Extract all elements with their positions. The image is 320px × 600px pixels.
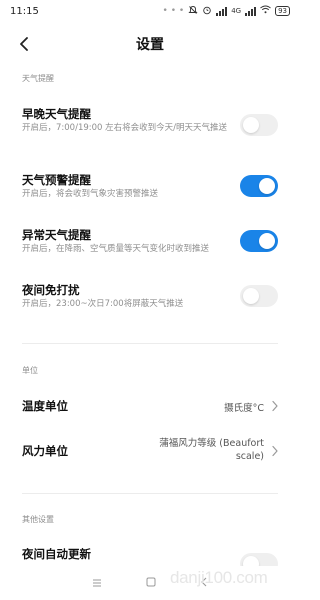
row-subtitle: 开启后，7:00/19:00 左右将会收到今天/明天天气推送 (22, 123, 228, 133)
signal-icon-2 (245, 6, 257, 16)
wind-unit-value: 蒲福风力等级 (Beaufort scale) (140, 437, 264, 463)
watermark-logo: danji100.com (170, 568, 268, 588)
section-divider (22, 343, 278, 344)
toggle-abnormal[interactable] (240, 230, 278, 252)
wind-unit-value-line2: scale) (235, 451, 264, 462)
alarm-icon (202, 5, 212, 18)
chevron-right-icon (272, 445, 278, 457)
toggle-night-dnd[interactable] (240, 285, 278, 307)
setting-row-night-dnd[interactable]: 夜间免打扰 开启后，23:00~次日7:00将屏蔽天气推送 (0, 276, 300, 316)
row-subtitle: 开启后，23:00~次日7:00将屏蔽天气推送 (22, 299, 184, 309)
watermark-suffix: 100.com (204, 568, 268, 587)
row-subtitle: 开启后，在降雨、空气质量等天气变化时收到推送 (22, 244, 210, 254)
section-divider (22, 493, 278, 494)
temp-unit-value: 摄氏度°C (224, 403, 264, 414)
status-bar: 11:15 • • • 4G 93 (0, 0, 300, 22)
toggle-knob (243, 117, 259, 133)
toggle-warning[interactable] (240, 175, 278, 197)
nav-bar: 设置 (0, 26, 300, 62)
notification-dots: • • • (162, 6, 185, 16)
wind-unit-value-line1: 蒲福风力等级 (Beaufort (159, 438, 264, 449)
toggle-knob (259, 233, 275, 249)
setting-row-abnormal[interactable]: 异常天气提醒 开启后，在降雨、空气质量等天气变化时收到推送 (0, 221, 300, 261)
row-subtitle: 开启后，将会收到气象灾害预警推送 (22, 189, 159, 199)
toggle-knob (259, 178, 275, 194)
row-title: 夜间自动更新 (22, 547, 91, 561)
setting-row-night-update[interactable]: 夜间自动更新 (0, 540, 300, 575)
setting-row-temp-unit[interactable]: 温度单位 摄氏度°C (0, 392, 300, 420)
setting-row-morning-evening[interactable]: 早晚天气提醒 开启后，7:00/19:00 左右将会收到今天/明天天气推送 (0, 100, 300, 150)
section-header-units: 单位 (22, 366, 38, 375)
wifi-icon (260, 5, 271, 17)
setting-row-wind-unit[interactable]: 风力单位 蒲福风力等级 (Beaufort scale) (0, 434, 300, 468)
row-title: 风力单位 (22, 444, 68, 458)
row-title: 早晚天气提醒 (22, 107, 91, 121)
watermark-prefix: danji (170, 568, 205, 587)
status-icons: • • • 4G 93 (163, 5, 290, 18)
toggle-knob (243, 288, 259, 304)
mute-icon (188, 5, 198, 18)
row-title: 夜间免打扰 (22, 283, 80, 297)
back-button[interactable] (14, 34, 34, 54)
network-label: 4G (231, 7, 242, 15)
signal-icon (216, 6, 228, 16)
battery-level: 93 (278, 7, 287, 15)
chevron-right-icon (272, 400, 278, 412)
menu-icon[interactable] (92, 577, 102, 590)
battery-icon: 93 (275, 6, 290, 16)
status-time: 11:15 (10, 5, 39, 17)
home-icon[interactable] (146, 577, 156, 590)
chevron-left-icon (20, 37, 28, 51)
toggle-morning-evening[interactable] (240, 114, 278, 136)
row-title: 天气预警提醒 (22, 173, 91, 187)
setting-row-warning[interactable]: 天气预警提醒 开启后，将会收到气象灾害预警推送 (0, 166, 300, 206)
row-title: 温度单位 (22, 399, 68, 413)
page-title: 设置 (136, 37, 164, 53)
section-header-other: 其他设置 (22, 515, 54, 524)
section-header-weather-alerts: 天气提醒 (22, 74, 54, 83)
row-title: 异常天气提醒 (22, 228, 91, 242)
